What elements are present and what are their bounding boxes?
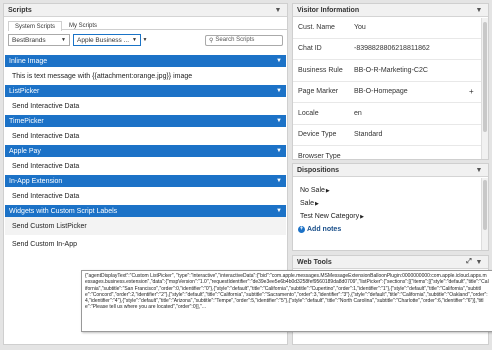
visitor-info-title: Visitor Information [297,6,360,14]
scrollbar-thumb[interactable] [483,22,487,132]
field-label: Locale [298,109,319,117]
dispositions-panel: Dispositions ▼ No Sale ▶ Sale ▶ Test New… [292,163,489,251]
category-timepicker[interactable]: TimePicker ▼ [5,115,286,127]
category-listpicker[interactable]: ListPicker ▼ [5,85,286,97]
field-row-chat-id: Chat ID -8398828806218811862 [293,39,481,60]
search-input[interactable]: ⚲ Search Scripts [205,34,283,46]
field-value: BB-O-R-Marketing-C2C [354,66,428,74]
collapse-chevron-icon[interactable]: ▼ [474,257,484,267]
scripts-panel-title: Scripts [8,6,32,14]
plus-circle-icon: + [298,225,305,233]
chevron-down-icon: ▼ [276,178,282,184]
collapse-chevron-icon[interactable]: ▼ [474,165,484,175]
scripts-list: Inline Image ▼ This is text message with… [5,55,286,253]
disposition-no-sale[interactable]: No Sale ▶ [293,184,481,197]
script-item[interactable]: Send Interactive Data [5,97,286,115]
disposition-label: Sale [300,200,315,207]
field-row-device-type: Device Type Standard [293,125,481,146]
script-category-select-value: Apple Business ... [77,36,130,44]
field-label: Chat ID [298,45,322,53]
web-tools-title: Web Tools [297,258,332,266]
field-value: BB-O-Homepage [354,88,408,96]
caret-right-icon: ▶ [360,213,364,220]
script-item[interactable]: Send Custom ListPicker [5,217,286,235]
category-apple-pay[interactable]: Apple Pay ▼ [5,145,286,157]
web-tools-header: Web Tools ⤢ ▼ [293,256,488,269]
field-value: en [354,109,362,117]
category-title: Widgets with Custom Script Labels [9,207,118,215]
script-item[interactable]: This is text message with {{attachment:o… [5,67,286,85]
search-placeholder: Search Scripts [215,37,255,43]
disposition-test-new-category[interactable]: Test New Category ▶ [293,210,481,223]
scripts-tabs: System Scripts My Scripts [8,20,287,31]
field-value: You [354,23,366,31]
script-item[interactable]: Send Custom In-App [5,235,286,253]
add-notes-button[interactable]: + Add notes [293,223,481,235]
search-icon: ⚲ [209,37,214,44]
brand-select[interactable]: BestBrands ▼ [8,34,70,46]
brand-select-value: BestBrands [12,36,46,44]
category-title: Inline Image [9,57,48,65]
field-row-cust-name: Cust. Name You [293,17,481,39]
category-title: Apple Pay [9,147,41,155]
tab-my-scripts[interactable]: My Scripts [62,20,104,29]
add-page-marker-button[interactable]: + [469,87,481,96]
script-item[interactable]: Send Interactive Data [5,187,286,205]
scrollbar-thumb[interactable] [483,180,487,230]
tab-system-scripts[interactable]: System Scripts [8,21,63,31]
caret-right-icon: ▶ [315,200,319,207]
field-label: Business Rule [298,66,343,74]
script-item[interactable]: Send Interactive Data [5,127,286,145]
script-select-expand-icon[interactable]: ▼ [142,37,148,43]
category-title: ListPicker [9,87,40,95]
category-title: In-App Extension [9,177,63,185]
script-category-select[interactable]: Apple Business ... ▼ [73,34,141,46]
category-title: TimePicker [9,117,44,125]
disposition-label: Test New Category [300,213,360,220]
category-inline-image[interactable]: Inline Image ▼ [5,55,286,67]
chevron-down-icon: ▼ [276,58,282,64]
chevron-down-icon: ▼ [276,88,282,94]
field-value: Standard [354,131,383,139]
collapse-chevron-icon[interactable]: ▼ [273,5,283,15]
visitor-info-header: Visitor Information ▼ [293,4,488,17]
add-notes-label: Add notes [307,225,342,233]
caret-right-icon: ▶ [325,187,330,194]
field-row-locale: Locale en [293,103,481,125]
scripts-filters: BestBrands ▼ Apple Business ... ▼ ▼ ⚲ Se… [8,33,283,47]
scripts-panel-header: Scripts ▼ [4,4,287,17]
disposition-options: No Sale ▶ Sale ▶ Test New Category ▶ + A… [293,177,481,235]
chevron-down-icon: ▼ [132,37,137,43]
dispositions-scrollbar[interactable] [481,178,488,250]
expand-arrows-icon[interactable]: ⤢ [464,257,474,267]
field-row-browser-type: Browser Type [293,146,481,160]
field-label: Browser Type [298,152,341,160]
dispositions-title: Dispositions [297,166,340,174]
visitor-fields: Cust. Name You Chat ID -8398828806218811… [293,17,481,160]
field-value: -8398828806218811862 [354,45,430,53]
category-widgets-custom-labels[interactable]: Widgets with Custom Script Labels ▼ [5,205,286,217]
collapse-chevron-icon[interactable]: ▼ [474,5,484,15]
chevron-down-icon: ▼ [276,208,282,214]
visitor-info-panel: Visitor Information ▼ Cust. Name You Cha… [292,3,489,160]
dispositions-header: Dispositions ▼ [293,164,488,177]
field-label: Page Marker [298,88,339,96]
field-row-page-marker: Page Marker BB-O-Homepage + [293,82,481,103]
chevron-down-icon: ▼ [276,118,282,124]
field-row-business-rule: Business Rule BB-O-R-Marketing-C2C [293,60,481,82]
category-in-app-extension[interactable]: In-App Extension ▼ [5,175,286,187]
disposition-label: No Sale [300,187,325,194]
script-preview-tooltip: {"agentDisplayText":"Custom ListPicker",… [81,270,492,332]
disposition-sale[interactable]: Sale ▶ [293,197,481,210]
field-label: Cust. Name [298,23,335,31]
visitor-info-scrollbar[interactable] [481,18,488,159]
script-item[interactable]: Send Interactive Data [5,157,286,175]
field-label: Device Type [298,131,337,139]
chevron-down-icon: ▼ [276,148,282,154]
chevron-down-icon: ▼ [61,37,66,43]
